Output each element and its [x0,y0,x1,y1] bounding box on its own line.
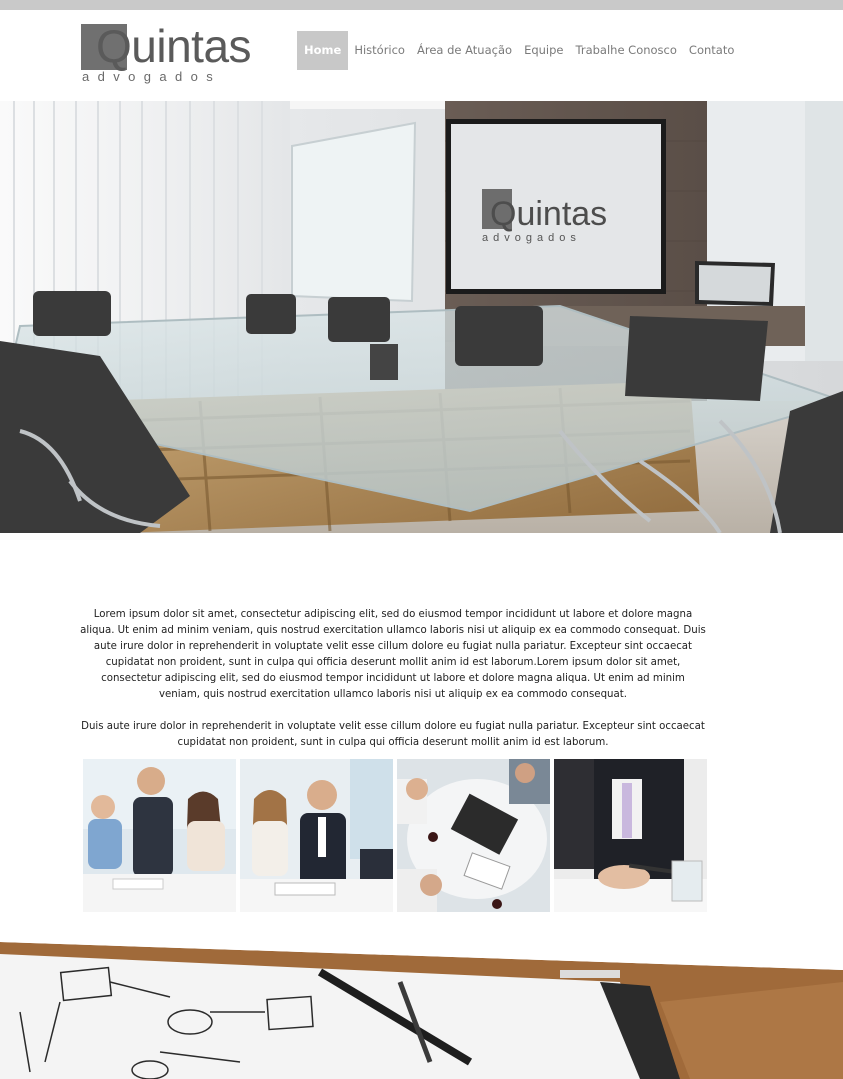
nav-item-equipe[interactable]: Equipe [518,31,569,70]
logo-tagline: advogados [82,69,222,84]
main-nav: Home Histórico Área de Atuação Equipe Tr… [297,31,740,70]
bottom-banner [0,942,843,1079]
nav-item-home[interactable]: Home [297,31,349,70]
gallery-photo-handshake-meeting[interactable] [240,759,393,912]
gallery-photo-team-meeting[interactable] [83,759,236,912]
meeting-room-image: Quintas advogados [0,101,843,533]
logo-wordmark: Quintas [96,20,252,72]
nav-item-contato[interactable]: Contato [683,31,740,70]
intro-text: Lorem ipsum dolor sit amet, consectetur … [80,607,706,767]
hero-banner: Quintas advogados [0,101,843,533]
top-strip [0,0,843,10]
flowchart-sketch-image [0,942,843,1079]
intro-paragraph-1: Lorem ipsum dolor sit amet, consectetur … [80,609,706,700]
nav-item-trabalhe-conosco[interactable]: Trabalhe Conosco [570,31,683,70]
tv-logo-sub: advogados [482,232,581,244]
gallery-photo-signing-document[interactable] [554,759,707,912]
tv-logo-word: Quintas [490,195,607,233]
gallery-photo-laptop-table[interactable] [397,759,550,912]
intro-paragraph-2: Duis aute irure dolor in reprehenderit i… [81,721,705,748]
site-logo[interactable]: Quintas advogados [81,20,252,86]
site-header: Quintas advogados Home Histórico Área de… [0,10,843,101]
photo-gallery [83,759,707,912]
nav-item-area-de-atuacao[interactable]: Área de Atuação [411,31,518,70]
nav-item-historico[interactable]: Histórico [348,31,411,70]
